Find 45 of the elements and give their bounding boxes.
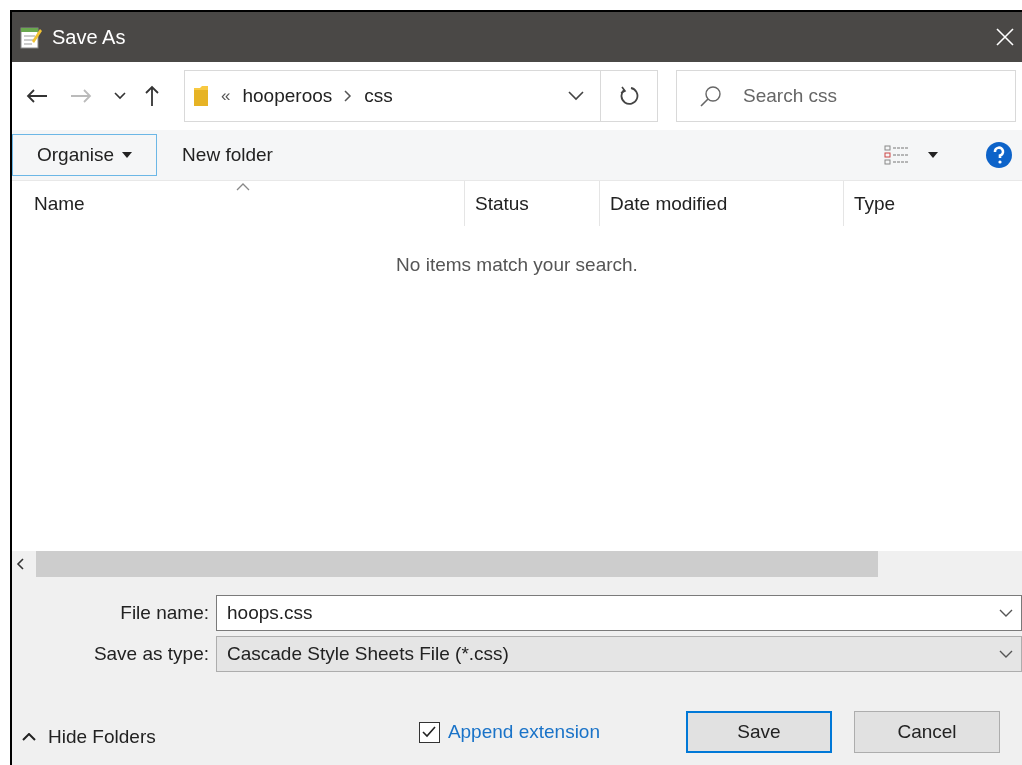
- checkbox[interactable]: [418, 721, 440, 743]
- scroll-left-icon[interactable]: [16, 558, 24, 570]
- address-bar[interactable]: « hooperoos css: [184, 70, 658, 122]
- cancel-button[interactable]: Cancel: [854, 711, 1000, 753]
- field-label: Save as type:: [92, 643, 210, 665]
- hide-folders-button[interactable]: Hide Folders: [12, 726, 156, 748]
- back-arrow-icon[interactable]: [26, 88, 48, 104]
- toolbar-button[interactable]: Organise: [12, 134, 158, 176]
- chevron-up-icon: [22, 733, 36, 741]
- caret-icon: [122, 152, 133, 158]
- empty-message: No items match your search.: [396, 254, 638, 276]
- column-label: Status: [475, 192, 529, 215]
- file-type-dropdown[interactable]: Cascade Style Sheets File (*.css): [216, 636, 1022, 672]
- notepad-icon: [20, 25, 42, 49]
- chevron-down-icon[interactable]: [999, 650, 1013, 658]
- close-icon[interactable]: [996, 28, 1014, 46]
- chevron-down-icon[interactable]: [114, 92, 126, 100]
- chevron-right-icon[interactable]: [344, 90, 353, 102]
- chevron-down-icon[interactable]: [568, 91, 584, 101]
- horizontal-scrollbar[interactable]: [12, 551, 1022, 577]
- column-header[interactable]: Status: [465, 181, 600, 226]
- file-name-field[interactable]: hoops.css: [216, 595, 1022, 631]
- append-extension-link[interactable]: Append extension: [447, 721, 600, 743]
- column-header[interactable]: Date modified: [600, 181, 844, 226]
- help-icon[interactable]: [986, 142, 1012, 168]
- breadcrumb[interactable]: hooperoos: [242, 85, 333, 107]
- overflow-marker[interactable]: «: [221, 86, 231, 106]
- column-header[interactable]: Type: [844, 181, 1022, 226]
- up-arrow-icon[interactable]: [144, 85, 160, 107]
- folder-icon: [193, 85, 209, 107]
- window-title: Save As: [52, 25, 126, 49]
- refresh-icon: [619, 85, 639, 107]
- field-label: File name:: [119, 602, 210, 624]
- column-label: Name: [34, 192, 85, 215]
- scrollbar-thumb[interactable]: [36, 551, 878, 577]
- save-button[interactable]: Save: [686, 711, 832, 753]
- column-label: Date modified: [610, 192, 728, 215]
- column-header[interactable]: Name: [12, 181, 465, 226]
- toolbar-button[interactable]: New folder: [159, 134, 296, 176]
- search-icon: [700, 85, 722, 107]
- chevron-down-icon[interactable]: [999, 609, 1013, 617]
- search-field[interactable]: Search css: [676, 70, 1016, 122]
- column-label: Type: [854, 192, 896, 215]
- caret-icon[interactable]: [928, 152, 938, 158]
- breadcrumb[interactable]: css: [364, 85, 393, 107]
